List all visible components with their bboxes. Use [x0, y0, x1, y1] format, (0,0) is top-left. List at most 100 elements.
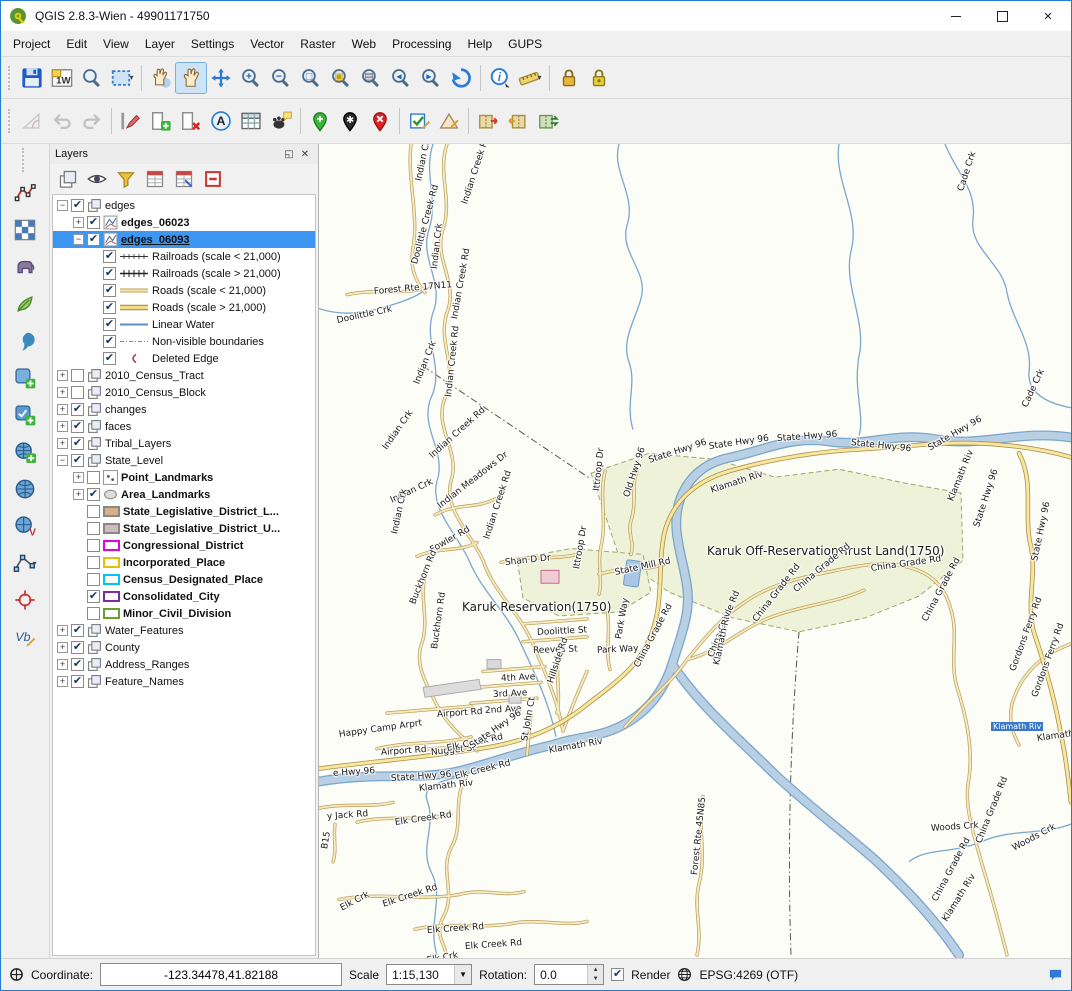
digitize-line-button[interactable] [9, 177, 41, 209]
layer-visibility-checkbox[interactable] [87, 573, 100, 586]
add-postgis-layer-button[interactable] [9, 251, 41, 283]
expand-icon[interactable]: + [73, 489, 84, 500]
panel-float-button[interactable]: ◱ [281, 147, 297, 161]
package-tools-button[interactable] [533, 106, 563, 136]
rotation-spinbox[interactable]: 0.0 ▲ ▼ [534, 964, 604, 985]
add-wcs-layer-button[interactable] [9, 473, 41, 505]
current-edits-button[interactable] [116, 106, 146, 136]
layer-visibility-checkbox[interactable]: ✔ [71, 199, 84, 212]
dropdown-arrow-icon[interactable]: ▾ [129, 73, 133, 82]
lock-scale-button[interactable] [554, 63, 584, 93]
toolbar-handle[interactable] [8, 109, 14, 133]
layer-visibility-checkbox[interactable]: ✔ [103, 301, 116, 314]
layer-row-roads-scale-21-000[interactable]: ✔Roads (scale < 21,000) [53, 282, 315, 299]
layer-visibility-checkbox[interactable]: ✔ [71, 641, 84, 654]
layer-visibility-checkbox[interactable] [71, 369, 84, 382]
chevron-down-icon[interactable]: ▼ [454, 965, 471, 984]
rotation-up-button[interactable]: ▲ [588, 965, 603, 975]
layer-row-feature-names[interactable]: +✔Feature_Names [53, 673, 315, 690]
coordinate-input[interactable] [100, 963, 342, 986]
menu-layer[interactable]: Layer [137, 33, 183, 55]
dropdown-arrow-icon[interactable]: ▾ [537, 73, 541, 82]
select-features-button[interactable]: ▾ [107, 63, 137, 93]
layer-row-point-landmarks[interactable]: +Point_Landmarks [53, 469, 315, 486]
layer-visibility-checkbox[interactable]: ✔ [87, 233, 100, 246]
layer-visibility-checkbox[interactable] [87, 539, 100, 552]
measure-button[interactable]: ▾ [515, 63, 545, 93]
layer-visibility-checkbox[interactable] [87, 522, 100, 535]
menu-help[interactable]: Help [459, 33, 500, 55]
expand-icon[interactable]: + [73, 472, 84, 483]
layer-visibility-checkbox[interactable]: ✔ [103, 284, 116, 297]
expand-icon[interactable]: + [57, 659, 68, 670]
layer-row-tribal-layers[interactable]: +✔Tribal_Layers [53, 435, 315, 452]
expand-icon[interactable]: + [57, 438, 68, 449]
layer-row-consolidated-city[interactable]: ✔Consolidated_City [53, 588, 315, 605]
layer-visibility-checkbox[interactable]: ✔ [71, 675, 84, 688]
move-point-feature-button[interactable]: ✱ [335, 106, 365, 136]
delete-point-feature-button[interactable] [365, 106, 395, 136]
raster-tools-button[interactable] [9, 214, 41, 246]
expand-icon[interactable]: + [57, 404, 68, 415]
layer-visibility-checkbox[interactable]: ✔ [103, 335, 116, 348]
dropdown-arrow-icon[interactable]: ▾ [32, 559, 36, 568]
layer-row-census-designated-place[interactable]: Census_Designated_Place [53, 571, 315, 588]
form-annotation-button[interactable] [266, 106, 296, 136]
delete-selected-button[interactable] [176, 106, 206, 136]
toolbar-handle[interactable] [8, 66, 14, 90]
panel-close-button[interactable]: ✕ [297, 147, 313, 161]
pan-to-selection-button[interactable] [206, 63, 236, 93]
menu-processing[interactable]: Processing [384, 33, 459, 55]
layer-row-2010-census-block[interactable]: +2010_Census_Block [53, 384, 315, 401]
layer-row-linear-water[interactable]: ✔Linear Water [53, 316, 315, 333]
layer-visibility-checkbox[interactable]: ✔ [71, 624, 84, 637]
redo-button[interactable] [77, 106, 107, 136]
layer-row-2010-census-tract[interactable]: +2010_Census_Tract [53, 367, 315, 384]
add-spatialite-layer-button[interactable] [9, 288, 41, 320]
collapse-icon[interactable]: − [73, 234, 84, 245]
layer-row-water-features[interactable]: +✔Water_Features [53, 622, 315, 639]
menu-edit[interactable]: Edit [58, 33, 95, 55]
layer-row-congressional-district[interactable]: Congressional_District [53, 537, 315, 554]
add-mssql-layer-button[interactable] [9, 325, 41, 357]
layer-visibility-checkbox[interactable] [87, 556, 100, 569]
menu-settings[interactable]: Settings [183, 33, 242, 55]
cad-tools-button[interactable] [17, 106, 47, 136]
layer-visibility-checkbox[interactable] [87, 607, 100, 620]
text-annotation-button[interactable]: A [206, 106, 236, 136]
layer-row-faces[interactable]: +✔faces [53, 418, 315, 435]
add-raster-layer-button[interactable] [9, 399, 41, 431]
zoom-actual-size-button[interactable] [77, 63, 107, 93]
expand-icon[interactable]: + [73, 217, 84, 228]
snapping-options-button[interactable] [9, 584, 41, 616]
zoom-full-button[interactable]: □ [296, 63, 326, 93]
layer-visibility-checkbox[interactable]: ✔ [103, 318, 116, 331]
pan-map-button[interactable] [176, 63, 206, 93]
open-attribute-table-button[interactable] [236, 106, 266, 136]
layer-row-railroads-scale-21-000[interactable]: ✔Railroads (scale < 21,000) [53, 248, 315, 265]
export-package-button[interactable] [503, 106, 533, 136]
expand-icon[interactable]: + [57, 625, 68, 636]
layer-visibility-checkbox[interactable]: ✔ [71, 437, 84, 450]
lock-extent-button[interactable] [584, 63, 614, 93]
layer-visibility-checkbox[interactable] [71, 386, 84, 399]
collapse-icon[interactable]: − [57, 455, 68, 466]
filter-legend-button[interactable] [113, 166, 139, 192]
expand-icon[interactable]: + [57, 421, 68, 432]
layer-row-edges-06023[interactable]: +✔edges_06023 [53, 214, 315, 231]
zoom-out-button[interactable]: − [266, 63, 296, 93]
layer-row-county[interactable]: +✔County [53, 639, 315, 656]
undo-button[interactable] [47, 106, 77, 136]
refresh-button[interactable] [446, 63, 476, 93]
layer-visibility-checkbox[interactable]: ✔ [87, 590, 100, 603]
layer-row-non-visible-boundaries[interactable]: ✔Non-visible boundaries [53, 333, 315, 350]
filter-by-expression-button[interactable] [171, 166, 197, 192]
menu-gups[interactable]: GUPS [500, 33, 550, 55]
add-feature-button[interactable] [146, 106, 176, 136]
layer-row-area-landmarks[interactable]: +✔Area_Landmarks [53, 486, 315, 503]
layer-visibility-checkbox[interactable] [87, 471, 100, 484]
zoom-in-button[interactable]: + [236, 63, 266, 93]
layer-row-minor-civil-division[interactable]: Minor_Civil_Division [53, 605, 315, 622]
save-project-button[interactable] [17, 63, 47, 93]
close-button[interactable]: ✕ [1025, 1, 1071, 31]
